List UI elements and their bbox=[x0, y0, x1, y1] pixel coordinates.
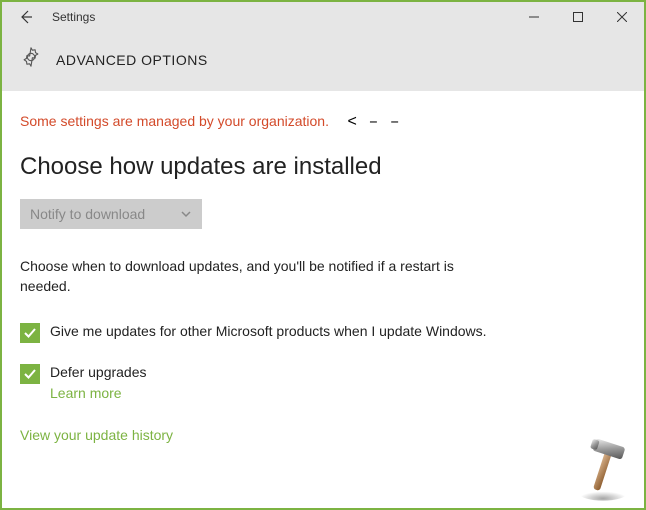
back-button[interactable] bbox=[10, 2, 42, 32]
checkbox-label-other-products: Give me updates for other Microsoft prod… bbox=[50, 322, 487, 342]
update-description: Choose when to download updates, and you… bbox=[20, 257, 480, 296]
checkbox-other-products[interactable] bbox=[20, 323, 40, 343]
organization-warning: Some settings are managed by your organi… bbox=[20, 113, 329, 129]
content-area: Some settings are managed by your organi… bbox=[2, 91, 644, 463]
checkbox-label-defer-upgrades: Defer upgrades bbox=[50, 363, 147, 383]
close-button[interactable] bbox=[600, 2, 644, 32]
checkbox-defer-upgrades[interactable] bbox=[20, 364, 40, 384]
window-title: Settings bbox=[52, 10, 512, 24]
update-history-link[interactable]: View your update history bbox=[20, 427, 173, 443]
checkmark-icon bbox=[23, 367, 37, 381]
titlebar: Settings bbox=[2, 2, 644, 32]
maximize-icon bbox=[573, 12, 583, 22]
minimize-icon bbox=[529, 12, 539, 22]
section-heading: Choose how updates are installed bbox=[20, 153, 626, 181]
window-controls bbox=[512, 2, 644, 32]
hammer-watermark-icon bbox=[568, 432, 638, 502]
gear-icon bbox=[20, 46, 42, 73]
maximize-button[interactable] bbox=[556, 2, 600, 32]
checkbox-row-defer-upgrades: Defer upgrades Learn more bbox=[20, 363, 626, 401]
arrow-left-icon bbox=[18, 9, 34, 25]
checkmark-icon bbox=[23, 326, 37, 340]
minimize-button[interactable] bbox=[512, 2, 556, 32]
update-mode-dropdown: Notify to download bbox=[20, 199, 202, 229]
page-title: ADVANCED OPTIONS bbox=[56, 52, 208, 68]
arrow-annotation: < – – bbox=[347, 113, 400, 131]
dropdown-value: Notify to download bbox=[30, 206, 145, 222]
close-icon bbox=[617, 12, 627, 22]
chevron-down-icon bbox=[180, 208, 192, 220]
learn-more-link[interactable]: Learn more bbox=[50, 385, 147, 401]
checkbox-row-other-products: Give me updates for other Microsoft prod… bbox=[20, 322, 626, 343]
page-header: ADVANCED OPTIONS bbox=[2, 32, 644, 91]
